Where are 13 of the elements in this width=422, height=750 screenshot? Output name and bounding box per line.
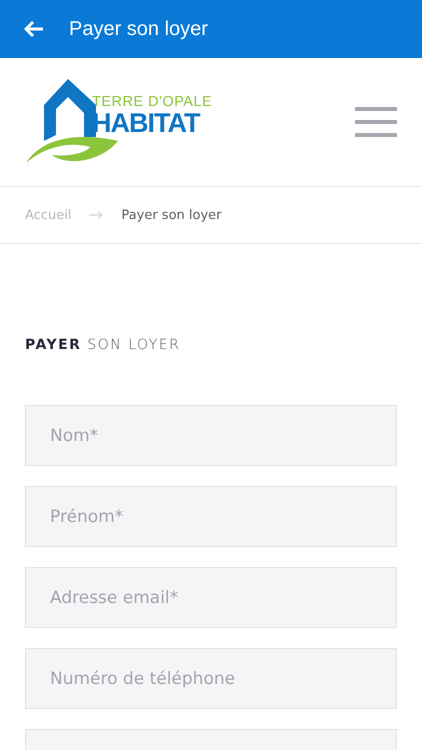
input-field[interactable]: Numéro de téléphone <box>25 648 397 709</box>
input-field[interactable]: Adresse email* <box>25 567 397 628</box>
app-bar-title: Payer son loyer <box>69 18 208 40</box>
page-heading: PAYER SON LOYER <box>25 337 182 353</box>
input-field[interactable]: Prénom* <box>25 486 397 547</box>
logo[interactable]: TERRE D'OPALE HABITAT <box>24 74 212 170</box>
logo-tagline: TERRE D'OPALE <box>92 94 212 110</box>
breadcrumb-current: Payer son loyer <box>121 208 222 222</box>
breadcrumb-arrow-icon <box>89 211 104 219</box>
logo-name: HABITAT <box>92 110 201 136</box>
menu-icon[interactable] <box>355 107 397 137</box>
input-field[interactable]: Nom* <box>25 405 397 466</box>
back-arrow-icon[interactable] <box>24 20 44 38</box>
